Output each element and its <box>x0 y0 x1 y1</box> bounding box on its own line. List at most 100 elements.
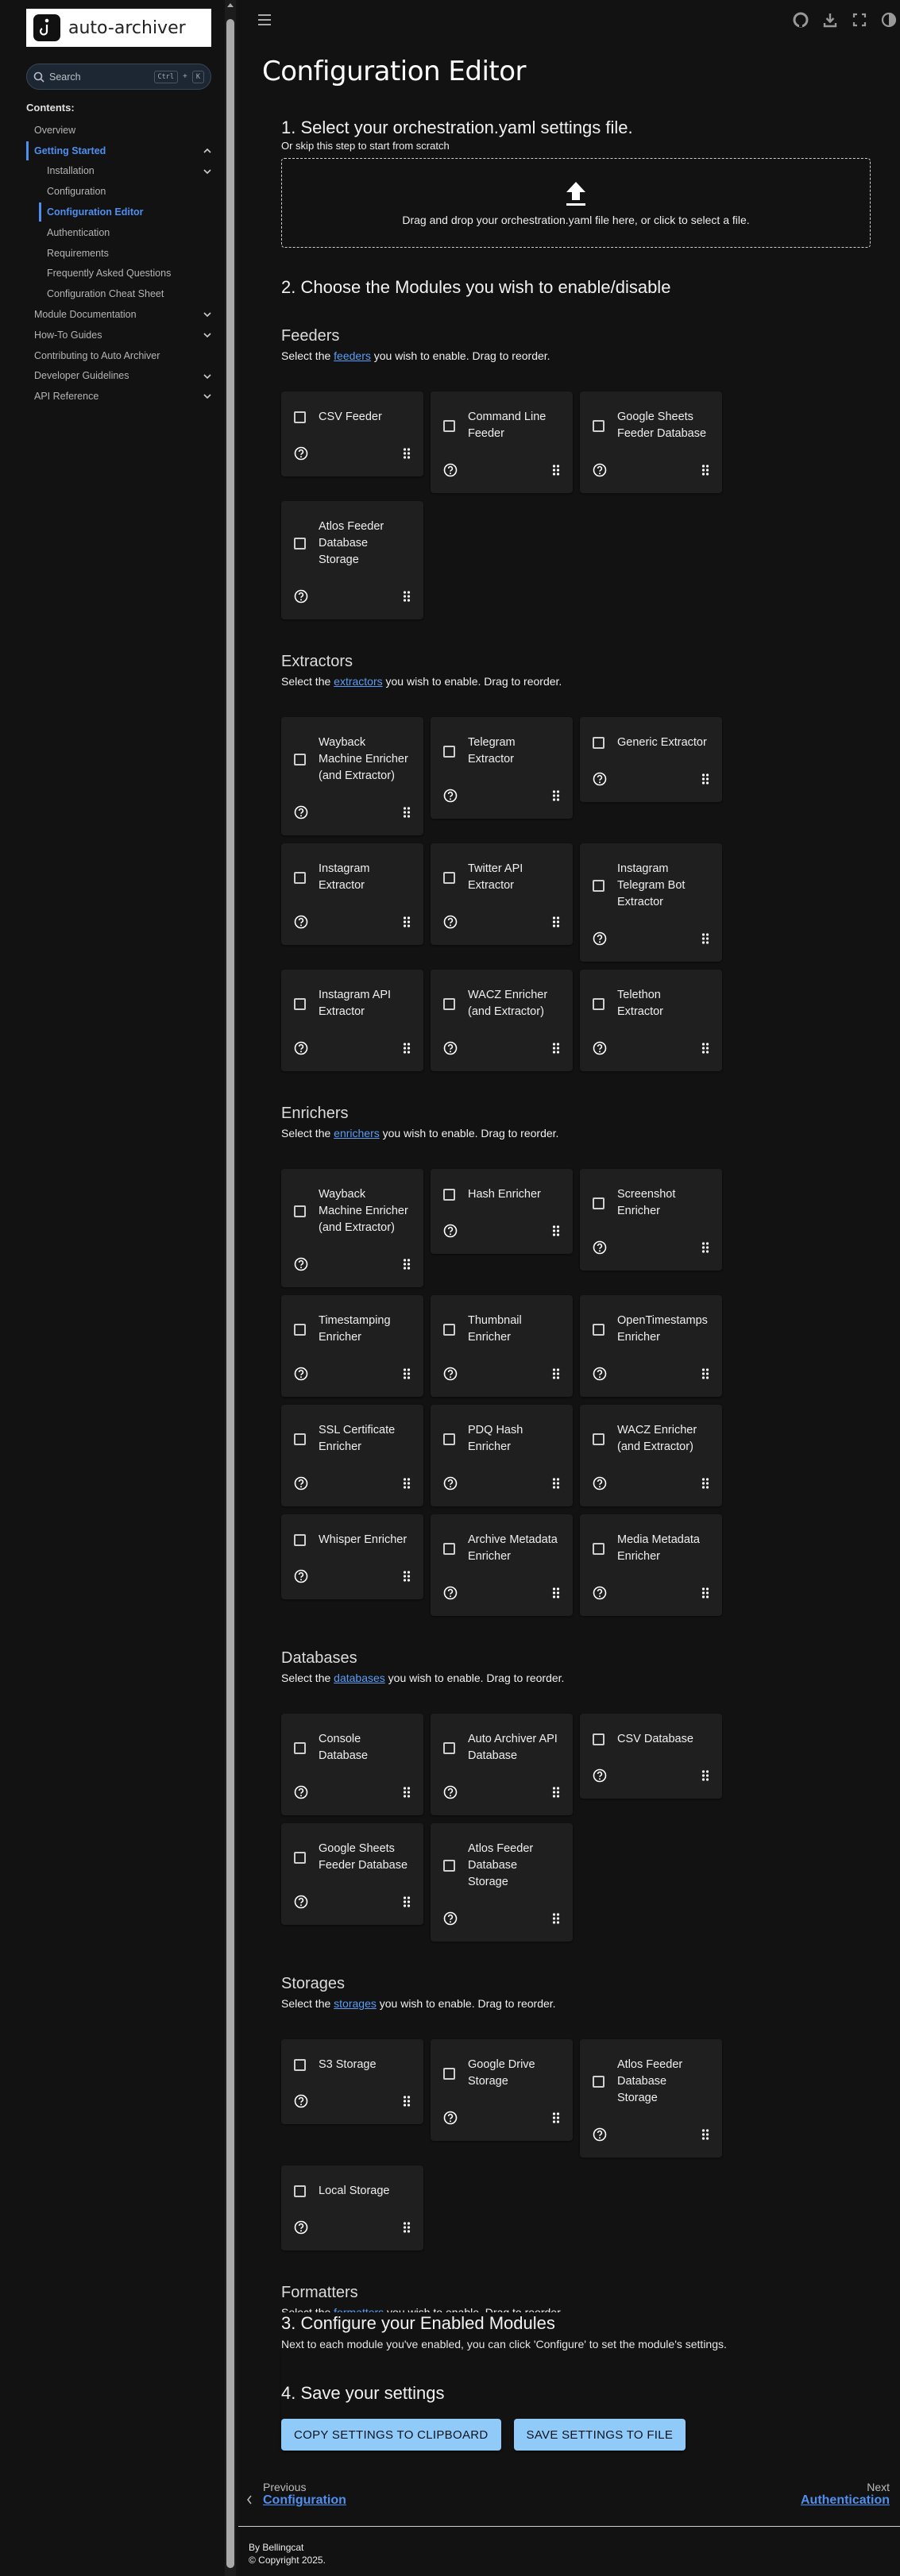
module-checkbox-label[interactable]: Command Line Feeder <box>443 403 560 449</box>
drag-handle-icon[interactable] <box>403 1042 411 1059</box>
save-settings-button[interactable]: SAVE SETTINGS TO FILE <box>513 2419 686 2451</box>
drag-handle-icon[interactable] <box>552 1042 560 1059</box>
module-checkbox-label[interactable]: OpenTimestamps Enricher <box>593 1306 709 1352</box>
chevron-up-icon[interactable] <box>203 146 212 156</box>
module-checkbox-label[interactable]: Local Storage <box>294 2177 411 2206</box>
module-card[interactable]: Telethon Extractor <box>580 970 722 1071</box>
drag-handle-icon[interactable] <box>403 1477 411 1494</box>
drag-handle-icon[interactable] <box>701 1477 709 1494</box>
help-icon[interactable] <box>294 1785 308 1803</box>
drag-handle-icon[interactable] <box>701 1587 709 1603</box>
module-checkbox[interactable] <box>593 1733 605 1745</box>
module-checkbox[interactable] <box>593 419 605 432</box>
module-checkbox-label[interactable]: S3 Storage <box>294 2050 411 2080</box>
module-card[interactable]: Wayback Machine Enricher (and Extractor) <box>281 717 423 835</box>
module-checkbox-label[interactable]: Console Database <box>294 1725 411 1771</box>
drag-handle-icon[interactable] <box>403 1258 411 1275</box>
drag-handle-icon[interactable] <box>403 1895 411 1912</box>
help-icon[interactable] <box>294 1476 308 1494</box>
module-checkbox[interactable] <box>294 1851 306 1864</box>
module-checkbox-label[interactable]: Instagram Telegram Bot Extractor <box>593 854 709 917</box>
module-card[interactable]: OpenTimestamps Enricher <box>580 1295 722 1397</box>
sidebar-item[interactable]: Configuration <box>26 181 217 202</box>
scrollbar-thumb[interactable] <box>226 19 234 2568</box>
drag-handle-icon[interactable] <box>701 1241 709 1258</box>
module-card[interactable]: Twitter API Extractor <box>431 843 573 945</box>
module-checkbox[interactable] <box>593 1433 605 1445</box>
module-card[interactable]: CSV Database <box>580 1714 722 1799</box>
previous-link[interactable]: Configuration <box>263 2493 346 2508</box>
menu-icon[interactable] <box>256 11 273 29</box>
help-icon[interactable] <box>294 1367 308 1385</box>
help-icon[interactable] <box>443 1041 458 1059</box>
sidebar-item[interactable]: How-To Guides <box>26 325 217 345</box>
help-icon[interactable] <box>443 1367 458 1385</box>
module-card[interactable]: Wayback Machine Enricher (and Extractor) <box>281 1169 423 1287</box>
github-icon[interactable] <box>792 11 809 29</box>
module-card[interactable]: WACZ Enricher (and Extractor) <box>580 1405 722 1506</box>
module-checkbox-label[interactable]: WACZ Enricher (and Extractor) <box>443 981 560 1027</box>
help-icon[interactable] <box>443 1586 458 1604</box>
help-icon[interactable] <box>593 772 607 790</box>
module-checkbox-label[interactable]: CSV Feeder <box>294 403 411 432</box>
drag-handle-icon[interactable] <box>701 1769 709 1786</box>
drag-handle-icon[interactable] <box>552 1477 560 1494</box>
module-checkbox[interactable] <box>443 419 455 432</box>
search-button[interactable]: Search Ctrl + K <box>26 64 211 90</box>
module-checkbox[interactable] <box>593 1323 605 1336</box>
help-icon[interactable] <box>294 446 308 465</box>
chevron-down-icon[interactable] <box>203 372 212 381</box>
module-checkbox-label[interactable]: Wayback Machine Enricher (and Extractor) <box>294 728 411 791</box>
module-card[interactable]: Timestamping Enricher <box>281 1295 423 1397</box>
help-icon[interactable] <box>443 1224 458 1242</box>
module-checkbox[interactable] <box>294 871 306 884</box>
drag-handle-icon[interactable] <box>701 773 709 789</box>
module-checkbox-label[interactable]: Auto Archiver API Database <box>443 1725 560 1771</box>
module-checkbox[interactable] <box>593 2076 605 2088</box>
help-icon[interactable] <box>294 915 308 933</box>
sidebar-item[interactable]: Module Documentation <box>26 304 217 325</box>
help-icon[interactable] <box>593 1768 607 1787</box>
help-icon[interactable] <box>443 915 458 933</box>
drag-handle-icon[interactable] <box>403 916 411 932</box>
module-card[interactable]: Google Sheets Feeder Database <box>580 391 722 493</box>
module-card[interactable]: Atlos Feeder Database Storage <box>431 1823 573 1942</box>
chevron-down-icon[interactable] <box>203 391 212 401</box>
module-checkbox[interactable] <box>593 1542 605 1555</box>
module-checkbox[interactable] <box>443 1433 455 1445</box>
module-checkbox-label[interactable]: Atlos Feeder Database Storage <box>443 1834 560 1897</box>
help-icon[interactable] <box>294 805 308 823</box>
module-card[interactable]: Atlos Feeder Database Storage <box>580 2039 722 2158</box>
module-checkbox-label[interactable]: Wayback Machine Enricher (and Extractor) <box>294 1180 411 1243</box>
drag-handle-icon[interactable] <box>552 1587 560 1603</box>
help-icon[interactable] <box>294 2094 308 2112</box>
drag-handle-icon[interactable] <box>701 1367 709 1384</box>
module-checkbox[interactable] <box>443 745 455 758</box>
copy-settings-button[interactable]: COPY SETTINGS TO CLIPBOARD <box>281 2419 501 2451</box>
help-icon[interactable] <box>294 589 308 607</box>
module-checkbox[interactable] <box>294 1205 306 1217</box>
module-checkbox-label[interactable]: Instagram Extractor <box>294 854 411 900</box>
module-card[interactable]: Telegram Extractor <box>431 717 573 819</box>
chevron-down-icon[interactable] <box>203 310 212 319</box>
sidebar-item[interactable]: Frequently Asked Questions <box>26 264 217 284</box>
module-card[interactable]: S3 Storage <box>281 2039 423 2124</box>
drag-handle-icon[interactable] <box>701 1042 709 1059</box>
drag-handle-icon[interactable] <box>552 789 560 806</box>
module-checkbox[interactable] <box>443 1860 455 1872</box>
module-checkbox[interactable] <box>593 997 605 1010</box>
sidebar-item[interactable]: Configuration Editor <box>26 202 217 222</box>
drag-handle-icon[interactable] <box>552 1224 560 1241</box>
module-checkbox-label[interactable]: Twitter API Extractor <box>443 854 560 900</box>
module-checkbox-label[interactable]: Google Drive Storage <box>443 2050 560 2096</box>
module-checkbox[interactable] <box>443 1323 455 1336</box>
drag-handle-icon[interactable] <box>552 1367 560 1384</box>
help-icon[interactable] <box>593 1586 607 1604</box>
module-checkbox-label[interactable]: Thumbnail Enricher <box>443 1306 560 1352</box>
drag-handle-icon[interactable] <box>403 590 411 607</box>
module-card[interactable]: Local Storage <box>281 2165 423 2250</box>
drag-handle-icon[interactable] <box>552 916 560 932</box>
drag-handle-icon[interactable] <box>403 2221 411 2238</box>
module-card[interactable]: Atlos Feeder Database Storage <box>281 501 423 619</box>
help-icon[interactable] <box>294 1257 308 1275</box>
